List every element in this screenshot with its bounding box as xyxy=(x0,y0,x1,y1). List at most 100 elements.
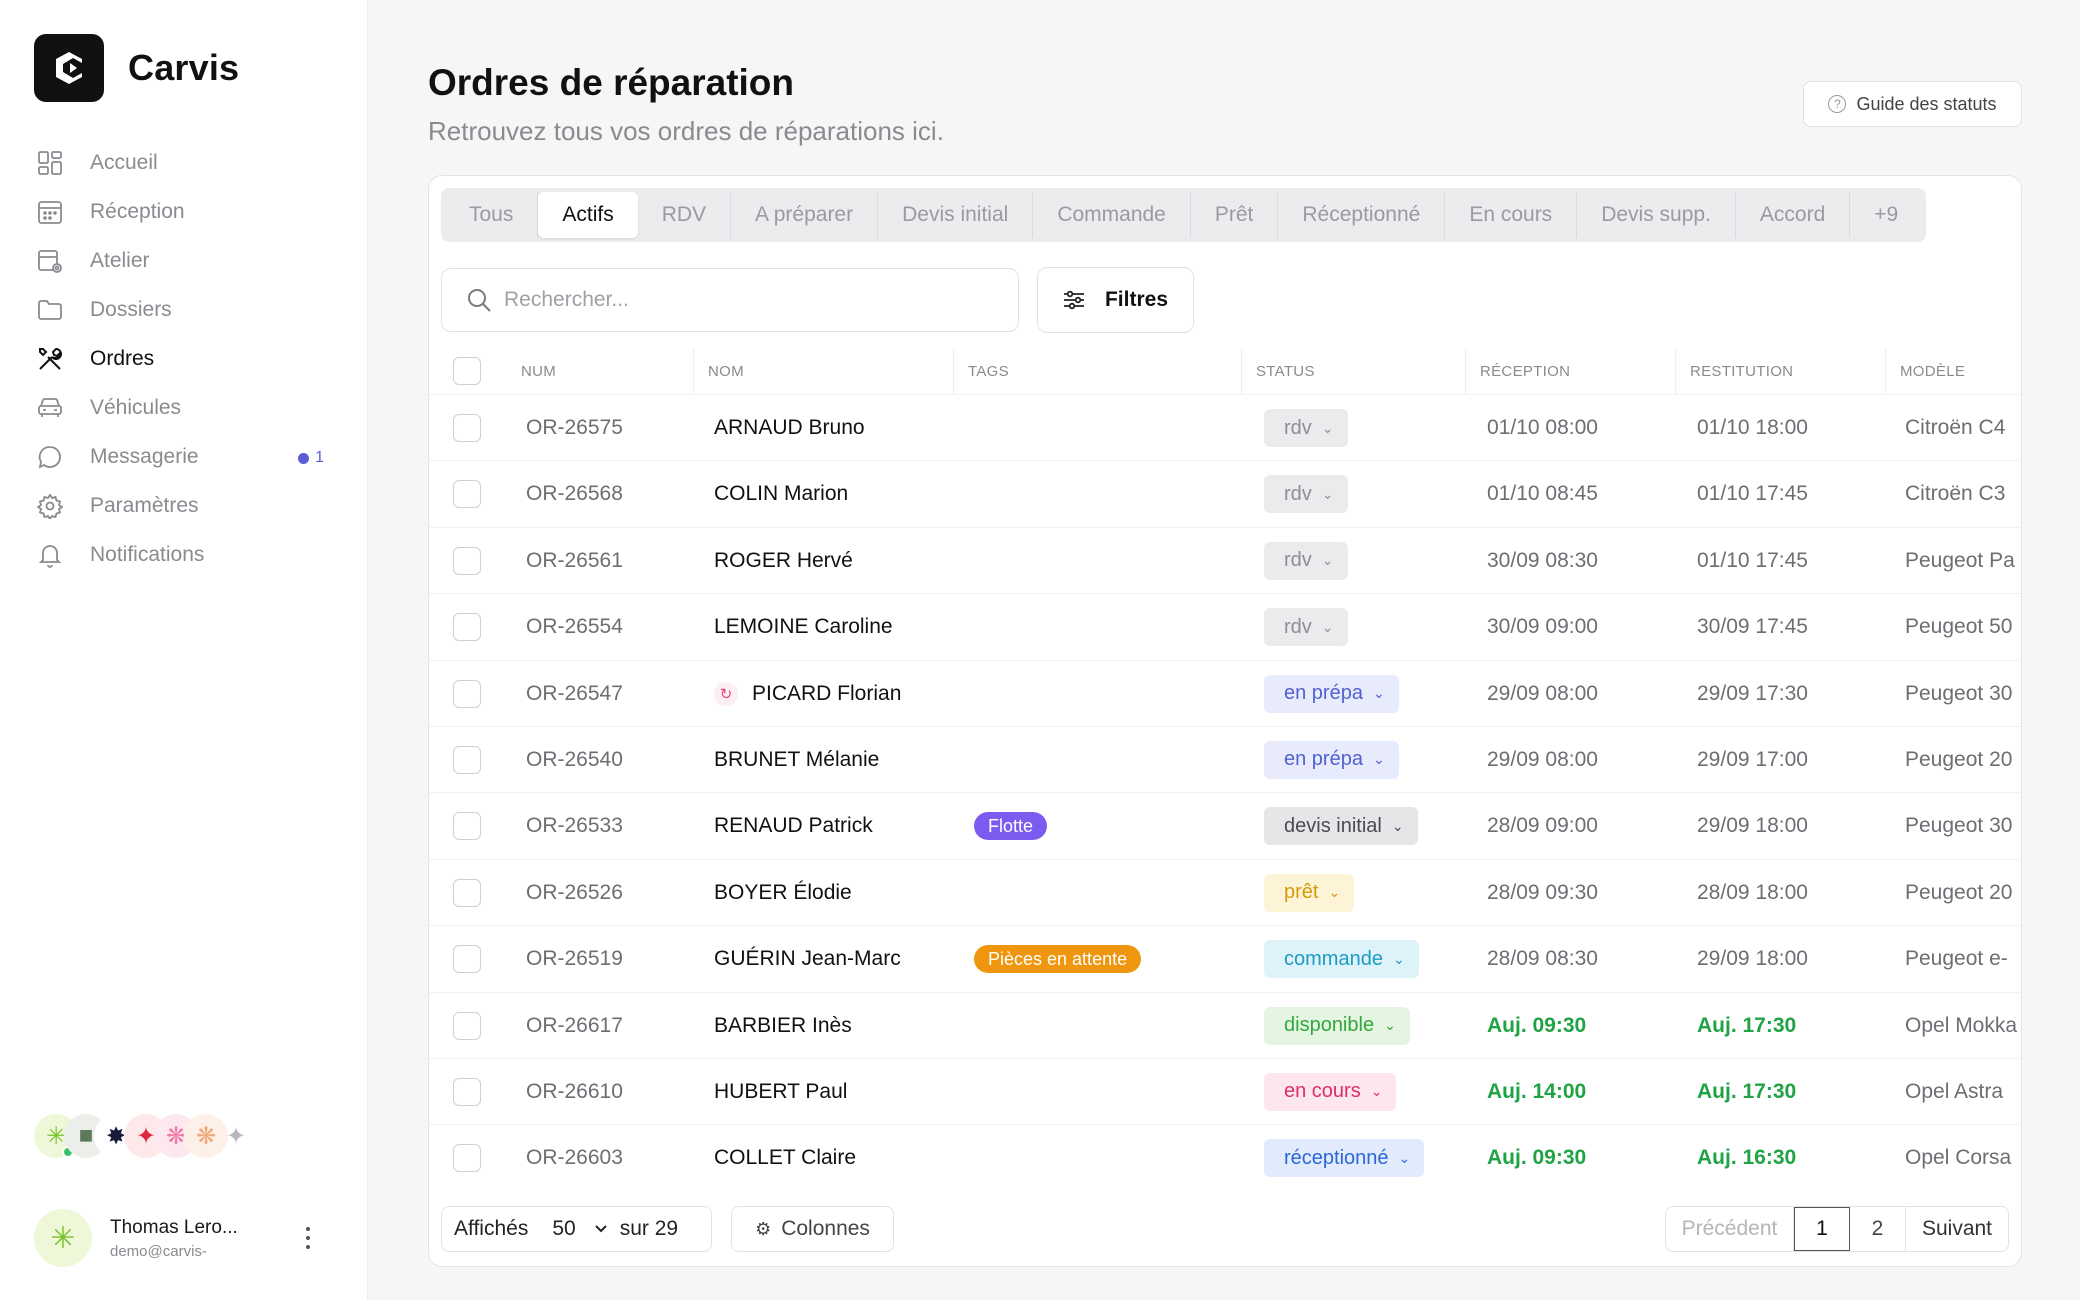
table-row[interactable]: OR-26526 BOYER Élodie prêt ⌄ 28/09 09:30 28/0… xyxy=(429,858,2021,926)
row-checkbox[interactable] xyxy=(453,679,481,708)
order-number[interactable]: OR-26554 xyxy=(526,594,623,660)
table-row[interactable]: OR-26575 ARNAUD Bruno rdv ⌄ 01/10 08:00 01/10… xyxy=(429,394,2021,461)
row-checkbox[interactable] xyxy=(453,1077,481,1106)
status-dropdown[interactable]: prêt ⌄ xyxy=(1264,873,1355,912)
search-input[interactable] xyxy=(504,288,984,312)
columns-button[interactable]: ⚙ Colonnes xyxy=(731,1206,894,1252)
customer-name-cell[interactable]: BRUNET Mélanie xyxy=(714,727,879,793)
sidebar-item-messagerie[interactable]: Messagerie 1 xyxy=(34,432,334,481)
tab-rdv[interactable]: RDV xyxy=(638,192,732,238)
page-size-select[interactable]: 50 xyxy=(552,1217,607,1241)
table-row[interactable]: OR-26519 GUÉRIN Jean-Marc Pièces en attent… xyxy=(429,925,2021,992)
sidebar-item-ordres[interactable]: Ordres xyxy=(34,334,334,383)
customer-name-cell[interactable]: GUÉRIN Jean-Marc xyxy=(714,926,901,992)
user-profile[interactable]: ✳ Thomas Lero... demo@carvis- xyxy=(34,1206,334,1270)
order-number[interactable]: OR-26575 xyxy=(526,395,623,461)
table-row[interactable]: OR-26554 LEMOINE Caroline rdv ⌄ 30/09 09:00 3… xyxy=(429,593,2021,660)
column-nom[interactable]: NOM xyxy=(693,348,744,394)
row-checkbox[interactable] xyxy=(453,745,481,774)
tab-tous[interactable]: Tous xyxy=(445,192,539,238)
filters-button[interactable]: Filtres xyxy=(1037,267,1194,333)
more-vertical-icon[interactable] xyxy=(296,1218,320,1258)
row-checkbox[interactable] xyxy=(453,1011,481,1040)
customer-name-cell[interactable]: BOYER Élodie xyxy=(714,860,852,926)
table-row[interactable]: OR-26617 BARBIER Inès disponible ⌄ Auj. 09:3… xyxy=(429,991,2021,1059)
status-guide-button[interactable]: ? Guide des statuts xyxy=(1803,81,2022,127)
table-row[interactable]: OR-26533 RENAUD Patrick Flotte devis initia… xyxy=(429,792,2021,859)
order-number[interactable]: OR-26526 xyxy=(526,860,623,926)
customer-name-cell[interactable]: ROGER Hervé xyxy=(714,528,853,594)
row-checkbox[interactable] xyxy=(453,414,481,442)
sidebar-item-accueil[interactable]: Accueil xyxy=(34,138,334,187)
column-num[interactable]: NUM xyxy=(521,348,556,394)
row-checkbox[interactable] xyxy=(453,878,481,907)
tab-pr-t[interactable]: Prêt xyxy=(1191,192,1279,238)
sidebar-item-atelier[interactable]: Atelier xyxy=(34,236,334,285)
status-dropdown[interactable]: en cours ⌄ xyxy=(1264,1072,1397,1111)
order-number[interactable]: OR-26533 xyxy=(526,793,623,859)
customer-name-cell[interactable]: HUBERT Paul xyxy=(714,1059,847,1125)
tab-a-pr-parer[interactable]: A préparer xyxy=(731,192,879,238)
row-checkbox[interactable] xyxy=(453,546,481,575)
row-checkbox[interactable] xyxy=(453,613,481,642)
order-number[interactable]: OR-26568 xyxy=(526,461,623,527)
sidebar-item-notifications[interactable]: Notifications xyxy=(34,530,334,579)
status-dropdown[interactable]: devis initial ⌄ xyxy=(1264,807,1418,846)
order-number[interactable]: OR-26561 xyxy=(526,528,623,594)
status-dropdown[interactable]: rdv ⌄ xyxy=(1264,475,1348,514)
customer-name-cell[interactable]: ARNAUD Bruno xyxy=(714,395,865,461)
column-status[interactable]: STATUS xyxy=(1241,348,1315,394)
page-2-button[interactable]: 2 xyxy=(1850,1207,1906,1251)
status-dropdown[interactable]: rdv ⌄ xyxy=(1264,608,1348,647)
sidebar-item-parametres[interactable]: Paramètres xyxy=(34,481,334,530)
app-logo[interactable]: Carvis xyxy=(34,34,239,102)
row-checkbox[interactable] xyxy=(453,480,481,509)
order-number[interactable]: OR-26547 xyxy=(526,661,623,727)
order-number[interactable]: OR-26540 xyxy=(526,727,623,793)
status-dropdown[interactable]: en prépa ⌄ xyxy=(1264,674,1399,713)
table-row[interactable]: OR-26540 BRUNET Mélanie en prépa ⌄ 29/09 08:… xyxy=(429,725,2021,793)
sidebar-item-dossiers[interactable]: Dossiers xyxy=(34,285,334,334)
tab-en-cours[interactable]: En cours xyxy=(1445,192,1578,238)
previous-page-button[interactable]: Précédent xyxy=(1666,1207,1794,1251)
next-page-button[interactable]: Suivant xyxy=(1906,1207,2008,1251)
table-row[interactable]: OR-26603 COLLET Claire réceptionné ⌄ Auj. 09… xyxy=(429,1124,2021,1191)
sidebar-item-reception[interactable]: Réception xyxy=(34,187,334,236)
tab-commande[interactable]: Commande xyxy=(1033,192,1191,238)
tab-r-ceptionn-[interactable]: Réceptionné xyxy=(1278,192,1446,238)
tab-devis-supp-[interactable]: Devis supp. xyxy=(1577,192,1736,238)
row-checkbox[interactable] xyxy=(453,812,481,841)
order-number[interactable]: OR-26610 xyxy=(526,1059,623,1125)
order-number[interactable]: OR-26519 xyxy=(526,926,623,992)
status-dropdown[interactable]: disponible ⌄ xyxy=(1264,1006,1410,1045)
column-reception[interactable]: RÉCEPTION xyxy=(1465,348,1570,394)
table-row[interactable]: OR-26610 HUBERT Paul en cours ⌄ Auj. 14:00 Au… xyxy=(429,1057,2021,1125)
page-1-button[interactable]: 1 xyxy=(1794,1207,1850,1251)
order-number[interactable]: OR-26603 xyxy=(526,1125,623,1191)
table-row[interactable]: OR-26561 ROGER Hervé rdv ⌄ 30/09 08:30 01/10 … xyxy=(429,526,2021,594)
table-row[interactable]: OR-26547 ↻ PICARD Florian en prépa ⌄ 29/09 08… xyxy=(429,659,2021,727)
sidebar-item-vehicules[interactable]: Véhicules xyxy=(34,383,334,432)
status-dropdown[interactable]: rdv ⌄ xyxy=(1264,541,1348,580)
avatar[interactable]: ✦ xyxy=(214,1114,258,1158)
tab-accord[interactable]: Accord xyxy=(1736,192,1851,238)
customer-name-cell[interactable]: COLIN Marion xyxy=(714,461,848,527)
select-all-checkbox[interactable] xyxy=(453,357,481,385)
status-dropdown[interactable]: commande ⌄ xyxy=(1264,940,1419,979)
column-modele[interactable]: MODÈLE xyxy=(1885,348,1965,394)
table-row[interactable]: OR-26568 COLIN Marion rdv ⌄ 01/10 08:45 01/10… xyxy=(429,460,2021,527)
team-avatars[interactable]: ✳ ■ ✸ ✦ ❋ ❋ ✦ xyxy=(34,1114,246,1158)
search-box[interactable] xyxy=(441,268,1019,332)
customer-name-cell[interactable]: COLLET Claire xyxy=(714,1125,856,1191)
tab-devis-initial[interactable]: Devis initial xyxy=(878,192,1034,238)
customer-name-cell[interactable]: ↻ PICARD Florian xyxy=(714,661,901,727)
customer-name-cell[interactable]: BARBIER Inès xyxy=(714,993,852,1059)
customer-name-cell[interactable]: LEMOINE Caroline xyxy=(714,594,893,660)
row-checkbox[interactable] xyxy=(453,1144,481,1173)
tab-actifs[interactable]: Actifs xyxy=(538,192,638,238)
order-number[interactable]: OR-26617 xyxy=(526,993,623,1059)
status-dropdown[interactable]: en prépa ⌄ xyxy=(1264,740,1399,779)
column-tags[interactable]: TAGS xyxy=(953,348,1009,394)
customer-name-cell[interactable]: RENAUD Patrick xyxy=(714,793,873,859)
column-restitution[interactable]: RESTITUTION xyxy=(1675,348,1793,394)
